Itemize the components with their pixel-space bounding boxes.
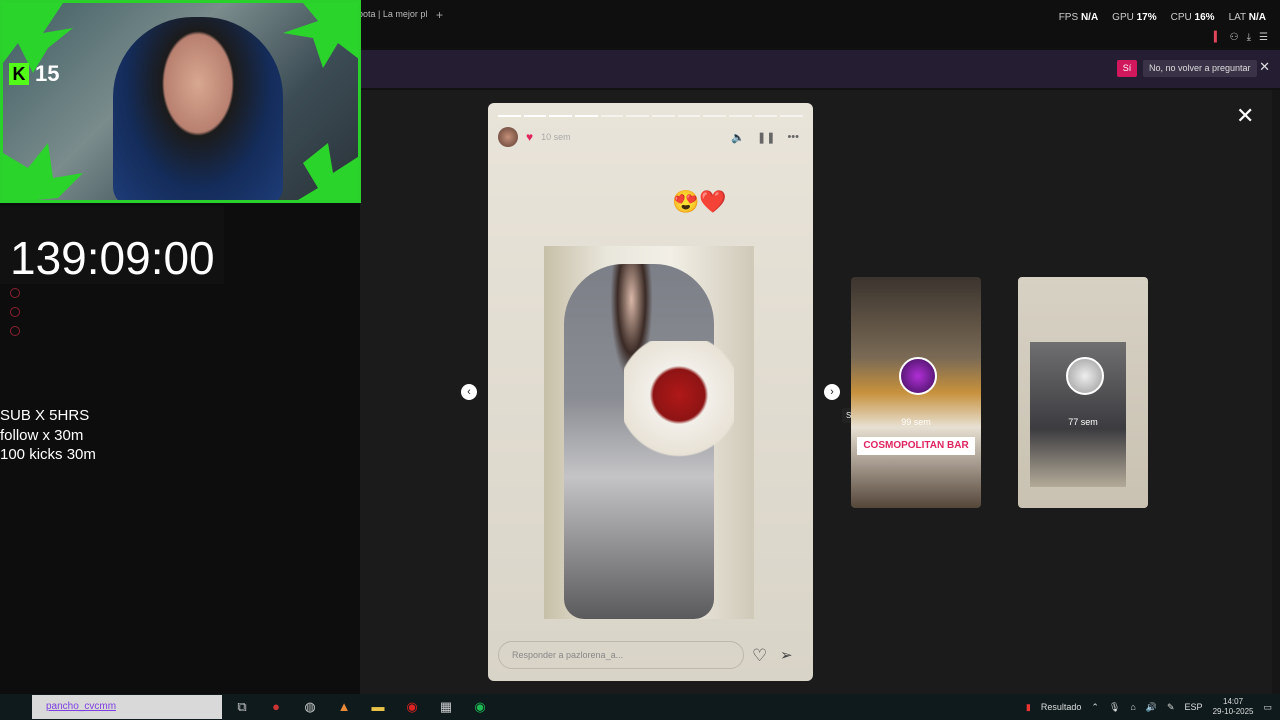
gpu-stat: GPU 17% [1112, 12, 1157, 23]
progress-segment [549, 115, 573, 117]
obs-icon[interactable]: ◍ [300, 697, 320, 717]
progress-segment [498, 115, 521, 117]
progress-segment [677, 115, 701, 117]
story-photo [544, 246, 754, 619]
progress-segment [754, 115, 778, 117]
latency-stat: LAT N/A [1228, 12, 1266, 23]
upcoming-story-card[interactable]: 99 sem COSMOPOLITAN BAR [851, 277, 981, 508]
chevron-up-icon[interactable]: ⌃ [1091, 702, 1099, 713]
page-scrollbar[interactable] [1272, 90, 1280, 694]
calculator-icon[interactable]: ▦ [436, 697, 456, 717]
story-time: 77 sem [1068, 417, 1098, 427]
result-label[interactable]: Resultado [1041, 702, 1082, 712]
kick-logo-icon: K [9, 63, 29, 85]
pen-icon[interactable]: ✎ [1167, 702, 1175, 713]
story-time: 10 sem [541, 132, 571, 142]
folder-icon[interactable]: ▬ [368, 697, 388, 717]
app-icon[interactable]: ● [266, 697, 286, 717]
progress-segment [652, 115, 675, 117]
progress-segment [703, 115, 727, 117]
subathon-rules: SUB X 5HRS follow x 30m 100 kicks 30m [0, 406, 96, 465]
system-tray: ▮ Resultado ⌃ 🎙 ⌂ 🔊 ✎ ESP 14:07 29-10-20… [1026, 694, 1272, 720]
new-tab-button[interactable]: + [436, 8, 443, 22]
pause-icon[interactable]: ❚❚ [757, 131, 775, 144]
spotify-icon[interactable]: ◉ [470, 697, 490, 717]
nba-icon[interactable]: ▮ [1026, 702, 1031, 713]
cpu-stat: CPU 16% [1170, 12, 1215, 23]
browser-toolbar-icons: ▍ ⚇ ⤓ ☰ [1214, 32, 1268, 43]
story-reply-input[interactable]: Responder a pazlorena_a... [498, 641, 744, 669]
story-author-avatar [1066, 357, 1104, 395]
taskbar-apps: ⧉ ● ◍ ▲ ▬ ◉ ▦ ◉ [232, 697, 490, 717]
stream-overlay-panel: K 15 139:09:00 SUB X 5HRS follow x 30m 1… [0, 0, 361, 694]
progress-segment [780, 115, 804, 117]
download-icon[interactable]: ⤓ [1247, 32, 1251, 43]
indicator-dot [10, 307, 20, 317]
indicator-dot [10, 288, 20, 298]
close-viewer-icon[interactable]: ✕ [1236, 103, 1254, 129]
language-indicator[interactable]: ESP [1185, 702, 1203, 712]
story-author-avatar [899, 357, 937, 395]
upcoming-story-card[interactable]: 77 sem [1018, 277, 1148, 508]
dont-ask-button[interactable]: No, no volver a preguntar [1143, 60, 1257, 77]
send-icon[interactable]: ➢ [780, 646, 793, 664]
progress-segment [626, 115, 650, 117]
story-card[interactable]: ♥ 10 sem 🔈 ❚❚ ••• 😍❤️ Responder a pazlor… [488, 103, 813, 681]
indicator-dot [10, 326, 20, 336]
profile-icon[interactable]: ⚇ [1230, 32, 1239, 43]
more-options-icon[interactable]: ••• [787, 131, 799, 144]
story-emoji-sticker: 😍❤️ [672, 189, 727, 214]
like-heart-icon[interactable]: ♡ [752, 646, 767, 666]
previous-story-button[interactable]: ‹ [461, 384, 477, 400]
network-icon[interactable]: ⌂ [1130, 702, 1135, 712]
progress-segment [600, 115, 624, 117]
menu-icon[interactable]: ☰ [1259, 32, 1268, 43]
heart-icon: ♥ [526, 130, 534, 144]
microphone-icon[interactable]: 🎙 [1109, 702, 1120, 713]
task-view-icon[interactable]: ⧉ [232, 697, 252, 717]
browser-tab[interactable]: bota | La mejor pl [358, 9, 427, 19]
fps-stat: FPS N/A [1058, 12, 1099, 23]
performance-stats: FPS N/A GPU 17% CPU 16% LAT N/A [1059, 12, 1266, 23]
story-progress [498, 115, 804, 117]
progress-segment [523, 115, 547, 117]
subathon-timer: 139:09:00 [0, 206, 224, 284]
rule-line: SUB X 5HRS [0, 407, 90, 424]
photo-bouquet [624, 341, 734, 461]
story-author-avatar[interactable] [498, 127, 518, 147]
kick-counter: K 15 [9, 61, 59, 87]
location-sticker: COSMOPOLITAN BAR [857, 437, 975, 455]
record-icon[interactable]: ▍ [1214, 32, 1222, 43]
close-notification-icon[interactable]: ✕ [1259, 59, 1270, 75]
volume-icon[interactable]: 🔊 [1146, 702, 1157, 713]
yes-button[interactable]: Sí [1117, 60, 1137, 77]
app-icon[interactable]: ◉ [402, 697, 422, 717]
mute-icon[interactable]: 🔈 [731, 131, 745, 144]
webcam-feed: K 15 [0, 0, 361, 203]
progress-segment [729, 115, 752, 117]
app-icon[interactable]: ▲ [334, 697, 354, 717]
progress-segment [575, 115, 598, 117]
streamer-figure [113, 17, 283, 200]
notifications-icon[interactable]: ▭ [1263, 702, 1272, 713]
rule-line: follow x 30m [0, 426, 84, 444]
next-story-button[interactable]: › [824, 384, 840, 400]
story-time: 99 sem [901, 417, 931, 427]
rule-line: 100 kicks 30m [0, 446, 96, 463]
story-header: ♥ 10 sem 🔈 ❚❚ ••• [498, 127, 799, 147]
chat-username[interactable]: pancho_cvcmm [32, 695, 222, 719]
clock[interactable]: 14:07 29-10-2025 [1213, 697, 1254, 717]
notification-bar: Sí No, no volver a preguntar ✕ [360, 50, 1280, 88]
